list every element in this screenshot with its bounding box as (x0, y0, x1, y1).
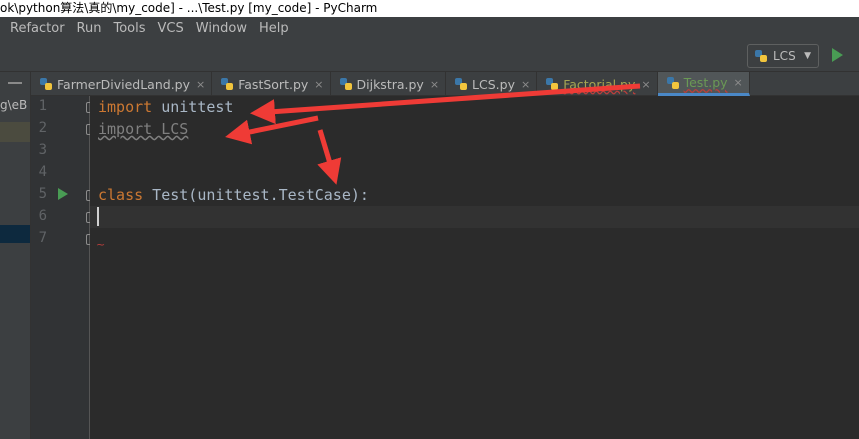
menu-bar: Refactor Run Tools VCS Window Help (0, 17, 859, 41)
code-line-2[interactable]: import LCS (98, 118, 188, 140)
run-icon[interactable] (832, 48, 843, 62)
tab-label: Test.py (683, 75, 728, 90)
close-icon[interactable]: × (196, 78, 205, 91)
run-configuration-label: LCS (773, 49, 796, 63)
current-line-highlight (90, 206, 859, 228)
close-icon[interactable]: × (314, 78, 323, 91)
window-title: ok\python算法\真的\my_code] - ...\Test.py [m… (0, 0, 859, 17)
tab-label: LCS.py (472, 76, 515, 92)
tab-label: Factorial.py (563, 76, 636, 92)
project-tree-fragment: g\eB (0, 98, 28, 112)
run-gutter-icon[interactable] (58, 188, 68, 200)
editor-tab-bar: FarmerDiviedLand.py × FastSort.py × Dijk… (31, 72, 859, 96)
python-icon (755, 50, 767, 62)
keyword: import (98, 98, 153, 116)
line-number: 7 (38, 230, 47, 246)
line-number: 4 (38, 164, 47, 180)
line-number: 2 (38, 120, 47, 136)
python-file-icon (455, 78, 468, 90)
menu-run[interactable]: Run (73, 17, 106, 41)
tab-lcs[interactable]: LCS.py × (446, 72, 538, 96)
tab-factorial[interactable]: Factorial.py × (537, 72, 658, 96)
keyword: class (98, 186, 144, 204)
tab-farmerdiviedland[interactable]: FarmerDiviedLand.py × (31, 72, 213, 96)
python-file-icon (339, 78, 352, 90)
close-icon[interactable]: × (430, 78, 439, 91)
project-tree-row-selected[interactable] (0, 225, 30, 243)
identifier: unittest (152, 98, 234, 116)
menu-vcs[interactable]: VCS (154, 17, 188, 41)
tab-label: Dijkstra.py (356, 76, 424, 92)
menu-window[interactable]: Window (192, 17, 251, 41)
line-number: 1 (38, 98, 47, 114)
tab-dijkstra[interactable]: Dijkstra.py × (331, 72, 447, 96)
code-editor[interactable]: import unittest import LCS class Test(un… (90, 96, 859, 439)
close-icon[interactable]: × (521, 78, 530, 91)
close-icon[interactable]: × (641, 78, 650, 91)
toolbar: LCS ▼ (0, 41, 859, 72)
error-squiggle-icon: ~ (96, 238, 106, 251)
line-number: 6 (38, 208, 47, 224)
unused-import: import LCS (98, 120, 189, 138)
python-file-icon (221, 78, 234, 90)
python-file-icon (40, 78, 52, 90)
project-tree-row-highlight[interactable] (0, 122, 30, 142)
chevron-down-icon: ▼ (804, 51, 811, 61)
python-file-icon (546, 78, 559, 90)
python-file-icon (666, 76, 679, 89)
editor-gutter[interactable]: 1 2 3 4 5 6 7 (31, 96, 95, 439)
text-cursor (97, 207, 99, 226)
run-configuration-select[interactable]: LCS ▼ (747, 44, 819, 68)
code-line-5[interactable]: class Test(unittest.TestCase): (98, 184, 369, 206)
tab-fastsort[interactable]: FastSort.py × (212, 72, 331, 96)
project-panel: g\eB (0, 72, 31, 439)
code-line-1[interactable]: import unittest (98, 96, 233, 118)
menu-tools[interactable]: Tools (109, 17, 149, 41)
tab-label: FarmerDiviedLand.py (57, 76, 191, 92)
tab-label: FastSort.py (238, 76, 309, 92)
menu-refactor[interactable]: Refactor (6, 17, 69, 41)
identifier: Test(unittest.TestCase): (143, 186, 369, 204)
menu-help[interactable]: Help (255, 17, 293, 41)
close-icon[interactable]: × (734, 76, 743, 89)
line-number: 3 (38, 142, 47, 158)
tab-test[interactable]: Test.py × (657, 72, 750, 96)
panel-minimize-icon[interactable] (8, 82, 22, 84)
line-number: 5 (38, 186, 47, 202)
